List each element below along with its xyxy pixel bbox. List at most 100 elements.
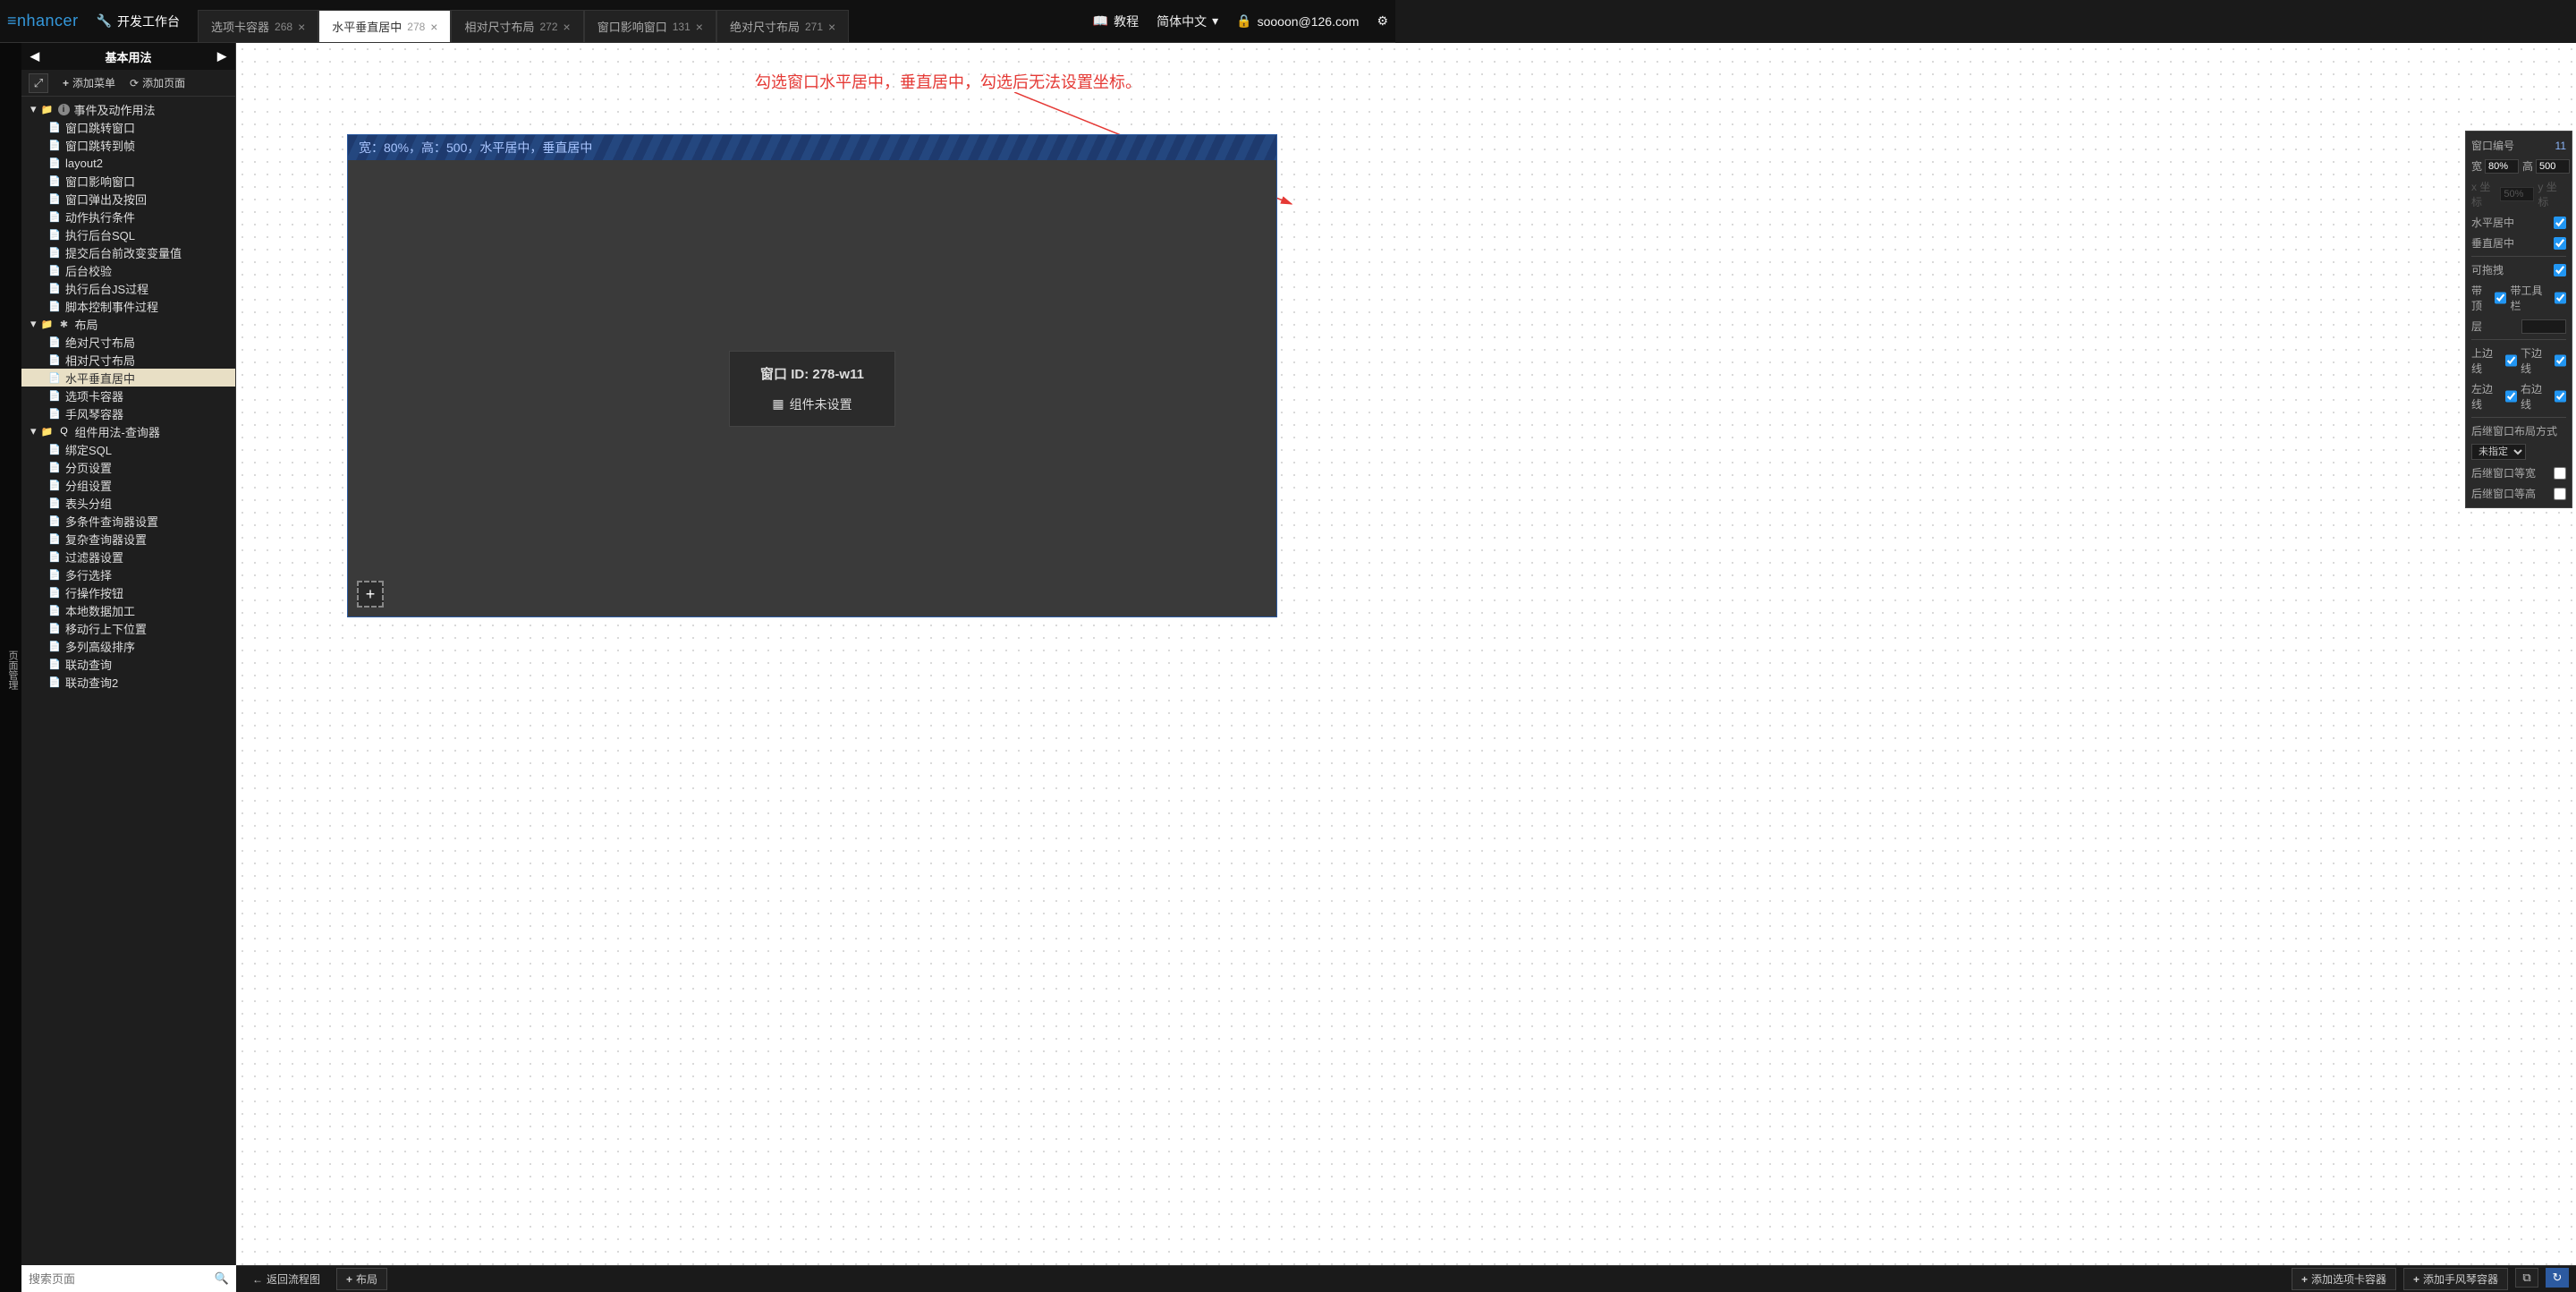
close-icon[interactable]: × — [298, 20, 305, 34]
tree-item[interactable]: 📄联动查询2 — [21, 673, 235, 691]
caret-down-icon: ▾ — [1212, 13, 1218, 29]
add-page-button[interactable]: ⟳添加页面 — [130, 75, 185, 90]
close-icon[interactable]: × — [696, 20, 703, 34]
rail-item[interactable]: 页面管理 — [4, 645, 21, 695]
tree-item[interactable]: 📄手风琴容器 — [21, 404, 235, 422]
back-icon[interactable]: ◀ — [30, 49, 39, 64]
tutorial-link[interactable]: 📖教程 — [1093, 13, 1139, 30]
user-menu[interactable]: 🔒soooon@126.com — [1236, 13, 1359, 29]
tree-item[interactable]: 📄窗口影响窗口 — [21, 172, 235, 190]
tree-item[interactable]: 📄窗口跳转窗口 — [21, 118, 235, 136]
sameheight-checkbox[interactable] — [2554, 488, 2566, 500]
tab[interactable]: 相对尺寸布局 272 × — [451, 10, 583, 42]
file-icon: 📄 — [48, 640, 61, 652]
tree-item[interactable]: 📄窗口弹出及按回 — [21, 190, 235, 208]
canvas[interactable]: 勾选窗口水平居中，垂直居中，勾选后无法设置坐标。 宽：80%，高：500，水平居… — [236, 43, 2576, 1265]
border-bottom-checkbox[interactable] — [2555, 354, 2566, 367]
layer-input[interactable] — [2521, 319, 2566, 334]
language-selector[interactable]: 简体中文▾ — [1157, 13, 1218, 30]
add-widget-button[interactable]: + — [357, 581, 384, 608]
border-right-checkbox[interactable] — [2555, 390, 2566, 403]
tree-item[interactable]: 📄layout2 — [21, 154, 235, 172]
tree-folder[interactable]: ▾📁i事件及动作用法 — [21, 100, 235, 118]
tab[interactable]: 绝对尺寸布局 271 × — [716, 10, 849, 42]
width-input[interactable] — [2485, 159, 2519, 174]
tree-item[interactable]: 📄选项卡容器 — [21, 387, 235, 404]
tree-item[interactable]: 📄窗口跳转到帧 — [21, 136, 235, 154]
tree-item[interactable]: 📄脚本控制事件过程 — [21, 297, 235, 315]
file-icon: 📄 — [48, 121, 61, 133]
close-icon[interactable]: × — [828, 20, 835, 34]
tree-item-label: 移动行上下位置 — [65, 620, 147, 637]
workbench-link[interactable]: 🔧 开发工作台 — [97, 13, 180, 30]
settings-button[interactable]: ⚙ — [1377, 13, 1388, 29]
tree-item[interactable]: 📄移动行上下位置 — [21, 619, 235, 637]
tree-item[interactable]: 📄分页设置 — [21, 458, 235, 476]
inherit-select[interactable]: 未指定 — [2471, 444, 2526, 460]
samewidth-checkbox[interactable] — [2554, 467, 2566, 480]
tree-item[interactable]: 📄多行选择 — [21, 565, 235, 583]
vcenter-checkbox[interactable] — [2554, 237, 2566, 250]
window-header[interactable]: 宽：80%，高：500，水平居中，垂直居中 — [348, 135, 1276, 160]
file-icon: 📄 — [48, 336, 61, 348]
bottombar: ←返回流程图 +布局 +添加选项卡容器 +添加手风琴容器 ⧉ ↻ — [236, 1265, 2576, 1292]
play-icon[interactable]: ▶ — [217, 49, 226, 64]
window-placeholder[interactable]: 窗口 ID: 278-w11 ▦组件未设置 — [729, 351, 895, 427]
hcenter-checkbox[interactable] — [2554, 217, 2566, 229]
tree-item[interactable]: 📄提交后台前改变变量值 — [21, 243, 235, 261]
add-accordion-button[interactable]: +添加手风琴容器 — [2403, 1268, 2508, 1290]
tree-item[interactable]: 📄多列高级排序 — [21, 637, 235, 655]
tree-item[interactable]: 📄行操作按钮 — [21, 583, 235, 601]
layout-button[interactable]: +布局 — [336, 1268, 387, 1290]
toolbar-checkbox[interactable] — [2555, 292, 2566, 304]
close-icon[interactable]: × — [430, 20, 437, 34]
height-input[interactable] — [2536, 159, 2570, 174]
tree-item[interactable]: 📄表头分组 — [21, 494, 235, 512]
window-frame[interactable]: 宽：80%，高：500，水平居中，垂直居中 窗口 ID: 278-w11 ▦组件… — [347, 134, 1277, 617]
border-top-checkbox[interactable] — [2505, 354, 2517, 367]
prop-draggable-label: 可拖拽 — [2471, 262, 2504, 277]
tree-item[interactable]: 📄过滤器设置 — [21, 548, 235, 565]
tree-item[interactable]: 📄执行后台SQL — [21, 225, 235, 243]
tree-item[interactable]: 📄绝对尺寸布局 — [21, 333, 235, 351]
tree-item[interactable]: 📄相对尺寸布局 — [21, 351, 235, 369]
tree-item[interactable]: 📄多条件查询器设置 — [21, 512, 235, 530]
tab[interactable]: 窗口影响窗口 131 × — [584, 10, 716, 42]
tree-folder[interactable]: ▾📁Q组件用法-查询器 — [21, 422, 235, 440]
draggable-checkbox[interactable] — [2554, 264, 2566, 276]
search-input[interactable] — [29, 1272, 215, 1286]
prop-bbottom-label: 下边线 — [2521, 345, 2552, 376]
tree-item[interactable]: 📄联动查询 — [21, 655, 235, 673]
tree-item[interactable]: 📄复杂查询器设置 — [21, 530, 235, 548]
border-left-checkbox[interactable] — [2505, 390, 2517, 403]
file-icon: 📄 — [48, 139, 61, 151]
file-icon: 📄 — [48, 604, 61, 616]
back-to-flow-button[interactable]: ←返回流程图 — [243, 1269, 329, 1289]
tree-item[interactable]: 📄水平垂直居中 — [21, 369, 235, 387]
tab[interactable]: 水平垂直居中 278 × — [318, 10, 451, 42]
refresh-button[interactable]: ↻ — [2546, 1268, 2569, 1288]
tree-item[interactable]: 📄分组设置 — [21, 476, 235, 494]
tree-item-label: 分页设置 — [65, 459, 112, 476]
file-icon: 📄 — [48, 497, 61, 509]
tab[interactable]: 选项卡容器 268 × — [198, 10, 318, 42]
expand-button[interactable]: ⤢ — [29, 73, 48, 93]
prop-inherit-label: 后继窗口布局方式 — [2471, 423, 2557, 438]
close-icon[interactable]: × — [564, 20, 571, 34]
tree-item[interactable]: 📄本地数据加工 — [21, 601, 235, 619]
tree-item[interactable]: 📄执行后台JS过程 — [21, 279, 235, 297]
copy-button[interactable]: ⧉ — [2515, 1268, 2538, 1288]
arrow-left-icon: ← — [252, 1273, 263, 1286]
refresh-icon: ↻ — [2553, 1271, 2563, 1285]
add-menu-button[interactable]: +添加菜单 — [63, 75, 115, 90]
prop-bright-label: 右边线 — [2521, 381, 2552, 412]
search-icon[interactable]: 🔍 — [215, 1271, 229, 1286]
window-body[interactable]: 窗口 ID: 278-w11 ▦组件未设置 + — [348, 160, 1276, 616]
tree-item[interactable]: 📄绑定SQL — [21, 440, 235, 458]
file-icon: 📄 — [48, 300, 61, 312]
tree-folder[interactable]: ▾📁✱布局 — [21, 315, 235, 333]
add-tab-container-button[interactable]: +添加选项卡容器 — [2292, 1268, 2396, 1290]
withtop-checkbox[interactable] — [2495, 292, 2506, 304]
tree-item[interactable]: 📄后台校验 — [21, 261, 235, 279]
tree-item[interactable]: 📄动作执行条件 — [21, 208, 235, 225]
